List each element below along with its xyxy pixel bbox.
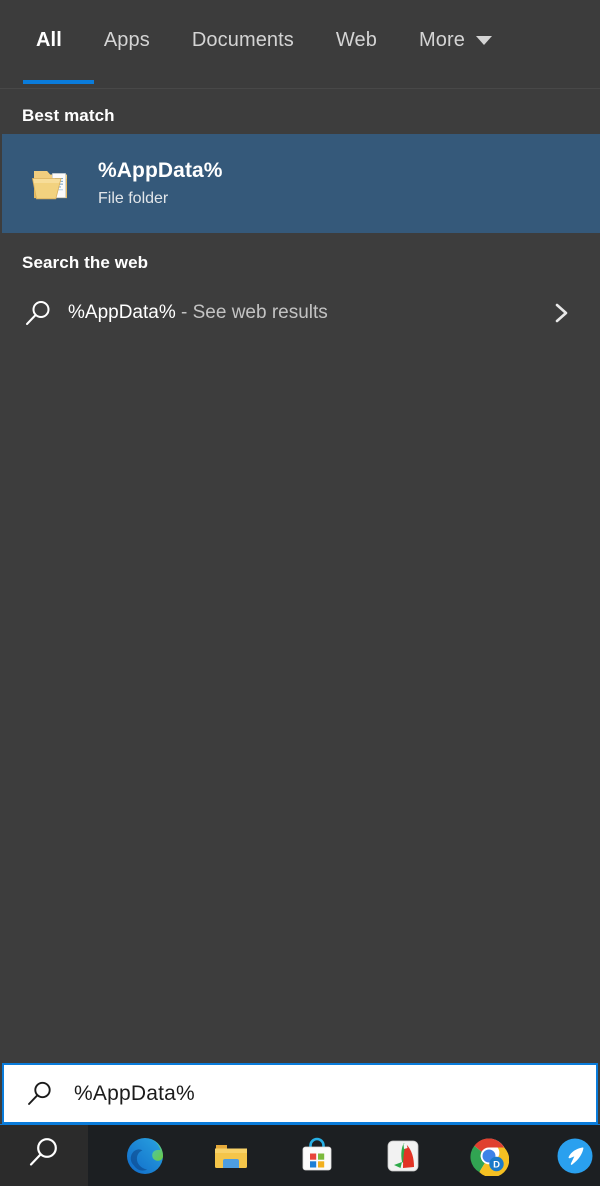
tab-active-indicator — [23, 80, 94, 84]
web-result-query: %AppData% — [68, 302, 176, 323]
taskbar-item-microsoft-edge[interactable] — [102, 1125, 188, 1186]
web-result-suffix: - See web results — [175, 302, 328, 323]
store-icon — [297, 1136, 337, 1176]
tab-web[interactable]: Web — [324, 0, 389, 89]
taskbar-item-faststone-capture[interactable] — [360, 1125, 446, 1186]
web-result-row[interactable]: %AppData% - See web results — [0, 285, 600, 341]
tab-web-label: Web — [335, 28, 377, 51]
search-the-web-header: Search the web — [22, 253, 149, 272]
taskbar-item-dingtalk[interactable] — [532, 1125, 600, 1186]
windows-search-panel: All Apps Documents Web More Best match %… — [0, 0, 600, 1186]
best-match-title: %AppData% — [98, 159, 223, 182]
taskbar-item-file-explorer[interactable] — [188, 1125, 274, 1186]
dingtalk-icon — [555, 1136, 595, 1176]
taskbar-pinned-items: D — [88, 1125, 600, 1186]
web-result-label: %AppData% - See web results — [68, 302, 548, 324]
search-filter-tabs: All Apps Documents Web More — [0, 0, 600, 89]
search-icon — [22, 298, 53, 329]
chrome-icon: D — [469, 1136, 510, 1177]
best-match-result-appdata[interactable]: %AppData% File folder — [0, 134, 600, 233]
svg-text:D: D — [493, 1159, 500, 1170]
tab-documents[interactable]: Documents — [180, 0, 306, 89]
edge-icon — [125, 1136, 165, 1176]
folder-icon — [28, 160, 76, 208]
tab-documents-label: Documents — [191, 28, 294, 51]
tab-more-label: More — [418, 28, 465, 51]
faststone-icon — [383, 1136, 423, 1176]
taskbar-item-google-chrome[interactable]: D — [446, 1125, 532, 1186]
search-icon — [24, 1079, 54, 1109]
best-match-text: %AppData% File folder — [98, 159, 223, 208]
tab-all[interactable]: All — [23, 0, 94, 89]
tab-more[interactable]: More — [407, 0, 504, 89]
best-match-header: Best match — [22, 106, 115, 125]
search-input-box[interactable]: %AppData% — [2, 1063, 598, 1124]
best-match-subtitle: File folder — [98, 190, 169, 207]
chevron-down-icon — [475, 35, 492, 45]
tab-apps-label: Apps — [103, 28, 150, 51]
search-results-area: Best match %AppData% File folder Search … — [0, 89, 600, 1063]
search-icon — [25, 1134, 63, 1177]
taskbar: D — [0, 1124, 600, 1186]
folder-icon — [211, 1136, 251, 1176]
chevron-right-icon[interactable] — [548, 300, 574, 326]
search-input-value[interactable]: %AppData% — [74, 1082, 195, 1106]
tab-all-label: All — [36, 28, 62, 51]
taskbar-search-button[interactable] — [0, 1125, 88, 1186]
taskbar-item-microsoft-store[interactable] — [274, 1125, 360, 1186]
tab-apps[interactable]: Apps — [92, 0, 162, 89]
